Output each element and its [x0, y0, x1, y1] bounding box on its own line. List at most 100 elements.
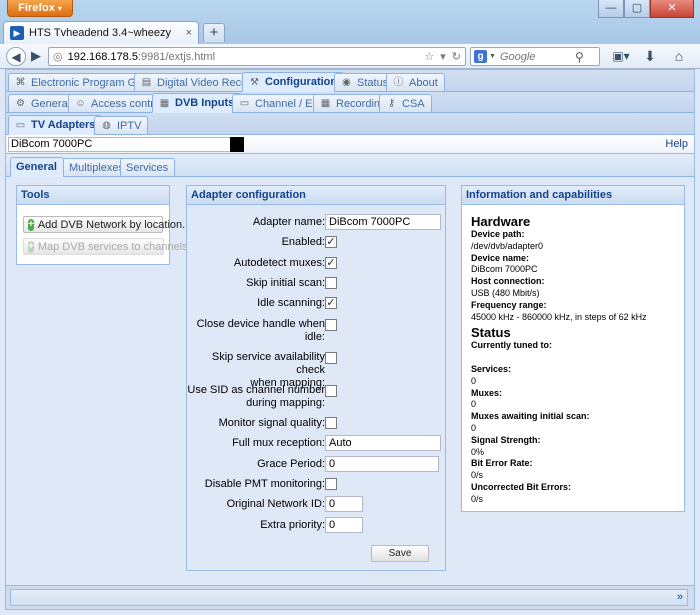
- adapter-name-input[interactable]: DiBcom 7000PC: [325, 214, 441, 230]
- information-body: Hardware Device path: /dev/dvb/adapter0 …: [462, 205, 684, 513]
- tab-label: Configuration: [265, 76, 338, 88]
- minimize-button[interactable]: —: [598, 0, 624, 18]
- eye-icon: ◉: [342, 77, 351, 88]
- expand-chevron-icon[interactable]: »: [677, 591, 683, 603]
- new-tab-button[interactable]: +: [203, 23, 225, 42]
- original-network-id-label: Original Network ID:: [226, 498, 325, 510]
- muxes-awaiting-value: 0: [471, 422, 477, 433]
- search-icon[interactable]: ⚲: [575, 50, 584, 64]
- tab-label: Multiplexes: [69, 161, 125, 174]
- frequency-range-label: Frequency range:: [471, 299, 547, 310]
- device-path-value: /dev/dvb/adapter0: [471, 240, 544, 251]
- tab-tv-adapters[interactable]: ▭ TV Adapters: [8, 115, 103, 135]
- tab-csa[interactable]: ⚷ CSA: [379, 94, 432, 113]
- skip-initial-scan-checkbox[interactable]: [325, 277, 337, 289]
- status-bar-panel[interactable]: »: [10, 589, 688, 606]
- disable-pmt-label: Disable PMT monitoring:: [204, 478, 325, 490]
- forward-button[interactable]: ▶: [27, 47, 45, 66]
- tab-about[interactable]: ⓘ About: [386, 73, 445, 92]
- adapter-tabbar: General Multiplexes Services: [6, 154, 694, 177]
- signal-strength-label: Signal Strength:: [471, 434, 541, 445]
- original-network-id-input[interactable]: 0: [325, 496, 363, 512]
- grace-period-label: Grace Period:: [257, 458, 325, 470]
- tab-label: Status: [357, 76, 389, 89]
- url-path: :9981/extjs.html: [137, 50, 216, 63]
- monitor-signal-checkbox[interactable]: [325, 417, 337, 429]
- chevron-down-icon[interactable]: ▼: [489, 53, 496, 60]
- use-sid-checkbox[interactable]: [325, 385, 337, 397]
- grace-period-input[interactable]: 0: [325, 456, 439, 472]
- adapter-select[interactable]: DiBcom 7000PC: [8, 137, 244, 152]
- button-label: Add DVB Network by location...: [37, 218, 192, 231]
- google-icon[interactable]: g: [474, 50, 487, 63]
- help-button[interactable]: Help: [665, 137, 688, 152]
- search-input[interactable]: [499, 50, 575, 63]
- full-mux-label: Full mux reception:: [232, 437, 325, 449]
- add-icon: +: [28, 218, 34, 231]
- extra-priority-input[interactable]: 0: [325, 517, 363, 533]
- disable-pmt-checkbox[interactable]: [325, 478, 337, 490]
- browser-tab-title: HTS Tvheadend 3.4~wheezy: [29, 27, 171, 39]
- tab-services[interactable]: Services: [120, 158, 176, 177]
- maximize-button[interactable]: ▢: [624, 0, 650, 18]
- label-line: Use SID as channel number: [187, 384, 325, 396]
- tab-iptv[interactable]: ◍ IPTV: [94, 116, 149, 135]
- map-dvb-services-button[interactable]: + Map DVB services to channels...: [23, 238, 197, 255]
- skip-service-check-checkbox[interactable]: [325, 352, 337, 364]
- label-line: idle:: [304, 331, 325, 343]
- tab-general[interactable]: ⚙ General: [8, 94, 78, 113]
- url-bar[interactable]: ◎ 192.168.178.5:9981/extjs.html ☆ ▾ ↻: [48, 47, 466, 66]
- search-box[interactable]: g ▼ ⚲: [470, 47, 600, 66]
- monitor-signal-label: Monitor signal quality:: [218, 417, 325, 429]
- adapter-configuration-title: Adapter configuration: [187, 186, 445, 205]
- gear-icon: ⚙: [16, 98, 25, 109]
- film-icon: ▦: [320, 98, 331, 109]
- add-dvb-network-button[interactable]: + Add DVB Network by location...: [23, 216, 191, 233]
- home-icon[interactable]: ⌂: [668, 47, 690, 66]
- tab-dvb-inputs[interactable]: ▦ DVB Inputs: [152, 93, 242, 113]
- globe-icon: ◍: [102, 120, 111, 131]
- add-icon: +: [28, 240, 34, 253]
- back-button[interactable]: ◀: [6, 47, 26, 66]
- tv-icon: ▭: [239, 98, 250, 109]
- device-name-label: Device name:: [471, 252, 530, 263]
- star-icon[interactable]: ☆: [424, 50, 434, 63]
- wrench-icon: ⚒: [250, 76, 259, 88]
- browser-titlebar: Firefox ▾ — ▢ ✕ ▶ HTS Tvheadend 3.4~wheez…: [0, 0, 700, 44]
- firefox-menu-button[interactable]: Firefox ▾: [7, 0, 73, 17]
- reload-icon[interactable]: ↻: [452, 50, 461, 63]
- skip-initial-scan-label: Skip initial scan:: [246, 277, 325, 289]
- close-handle-checkbox[interactable]: [325, 319, 337, 331]
- tab-configuration[interactable]: ⚒ Configuration: [242, 72, 345, 92]
- device-name-value: DiBcom 7000PC: [471, 264, 538, 275]
- config-tabbar: ⚙ General ☺ Access control ▦ DVB Inputs ▭ Ch…: [6, 92, 694, 113]
- tv-icon: ▭: [15, 119, 26, 131]
- tag-icon: ⌘: [15, 77, 26, 88]
- status-heading: Status: [471, 325, 511, 341]
- users-icon: ☺: [75, 98, 86, 109]
- tools-title: Tools: [17, 186, 169, 205]
- idle-scanning-label: Idle scanning:: [257, 297, 325, 309]
- save-button[interactable]: Save: [371, 545, 429, 562]
- full-mux-select[interactable]: Auto: [325, 435, 441, 451]
- autodetect-label: Autodetect muxes:: [233, 257, 325, 269]
- close-window-button[interactable]: ✕: [650, 0, 694, 18]
- bookmarks-icon[interactable]: ▣▾: [608, 47, 634, 66]
- download-icon[interactable]: ⬇: [640, 47, 660, 66]
- firefox-menu-label: Firefox: [18, 2, 55, 14]
- browser-tab[interactable]: ▶ HTS Tvheadend 3.4~wheezy ×: [3, 21, 199, 44]
- tab-label: About: [409, 76, 438, 89]
- close-tab-icon[interactable]: ×: [186, 27, 192, 39]
- frequency-range-value: 45000 kHz - 860000 kHz, in steps of 62 k…: [471, 311, 647, 322]
- tab-label: CSA: [402, 97, 425, 110]
- adapter-name-label: Adapter name:: [252, 216, 325, 228]
- browser-navbar: ◀ ▶ ◎ 192.168.178.5:9981/extjs.html ☆ ▾ …: [0, 44, 700, 69]
- dropdown-icon[interactable]: ▾: [440, 50, 446, 63]
- adapter-select-trigger[interactable]: [230, 137, 244, 152]
- currently-tuned-label: Currently tuned to:: [471, 340, 552, 351]
- enabled-checkbox[interactable]: ✓: [325, 236, 337, 248]
- autodetect-checkbox[interactable]: ✓: [325, 257, 337, 269]
- idle-scanning-checkbox[interactable]: ✓: [325, 297, 337, 309]
- film-icon: ▦: [159, 97, 170, 109]
- tab-adapter-general[interactable]: General: [10, 157, 64, 177]
